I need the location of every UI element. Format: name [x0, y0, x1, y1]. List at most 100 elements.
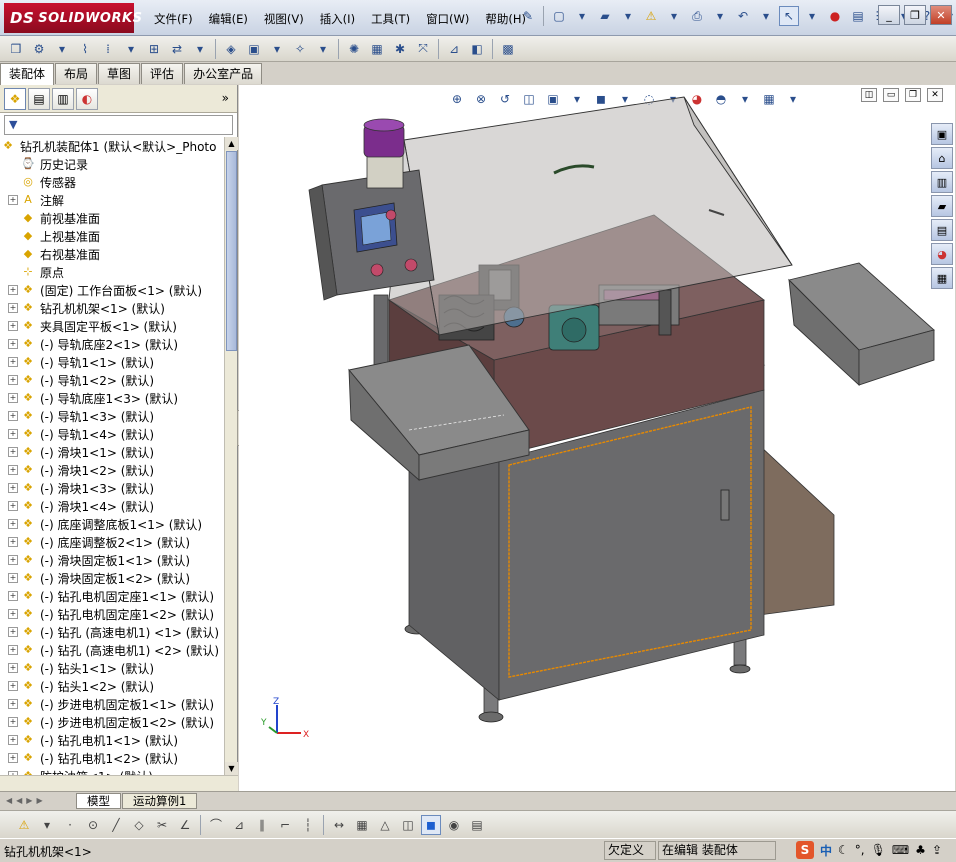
tree-item[interactable]: ⌚ 历史记录 — [0, 155, 224, 173]
voice-icon[interactable]: 🎙 — [871, 843, 886, 857]
triangle-icon[interactable]: △ — [375, 815, 395, 835]
scroll-up-icon[interactable]: ▲ — [225, 137, 238, 150]
tree-item[interactable]: + ❖ (-) 钻孔 (高速电机1) <2> (默认) — [0, 641, 224, 659]
construction-line-icon[interactable]: ┆ — [298, 815, 318, 835]
tree-item[interactable]: + ❖ 夹具固定平板<1> (默认) — [0, 317, 224, 335]
property-manager-tab-icon[interactable]: ▤ — [28, 87, 50, 110]
tree-item[interactable]: + ❖ (-) 导轨1<2> (默认) — [0, 371, 224, 389]
menu-view[interactable]: 视图(V) — [256, 9, 312, 29]
feature-manager-tab-icon[interactable]: ❖ — [4, 87, 26, 110]
tree-item[interactable]: + ❖ (-) 底座调整板2<1> (默认) — [0, 533, 224, 551]
menu-edit[interactable]: 编辑(E) — [201, 9, 256, 29]
dropdown-arrow-icon[interactable]: ▾ — [756, 6, 776, 26]
expand-toggle-icon[interactable]: + — [8, 303, 18, 313]
tree-item[interactable]: + ❖ (-) 滑块1<4> (默认) — [0, 497, 224, 515]
tab-scroll-arrows-icon[interactable]: ◀◀▶▶ — [0, 796, 76, 805]
table-icon[interactable]: ▤ — [467, 815, 487, 835]
tree-item[interactable]: + ❖ 钻孔机机架<1> (默认) — [0, 299, 224, 317]
file-explorer-icon[interactable]: ▰ — [931, 195, 953, 217]
large-assembly-mode-icon[interactable]: ▩ — [498, 39, 518, 59]
expand-toggle-icon[interactable]: + — [8, 645, 18, 655]
smart-fasteners-icon[interactable]: ⊞ — [144, 39, 164, 59]
tree-item[interactable]: + ❖ (-) 步进电机固定板1<2> (默认) — [0, 713, 224, 731]
interference-detection-icon[interactable]: ⊿ — [444, 39, 464, 59]
tree-item[interactable]: + ❖ (-) 钻孔电机固定座1<2> (默认) — [0, 605, 224, 623]
angle-icon[interactable]: ∠ — [175, 815, 195, 835]
dimension-icon[interactable]: ↔ — [329, 815, 349, 835]
tree-item[interactable]: ◆ 上视基准面 — [0, 227, 224, 245]
expand-toggle-icon[interactable]: + — [8, 627, 18, 637]
expand-toggle-icon[interactable]: + — [8, 357, 18, 367]
trim-icon[interactable]: ✂ — [152, 815, 172, 835]
tab-sketch[interactable]: 草图 — [98, 63, 141, 84]
tab-motion-study[interactable]: 运动算例1 — [122, 792, 198, 809]
configuration-manager-tab-icon[interactable]: ▥ — [52, 87, 74, 110]
graphics-viewport[interactable]: ⊕ ⊗ ↺ ◫ ▣ ▾ ◼ ▾ ◌ ▾ ◕ ◓ ▾ ▦ ▾ ◫ ▭ ❐ ✕ — [239, 85, 955, 791]
linear-pattern-icon[interactable]: ⁞ — [98, 39, 118, 59]
expand-toggle-icon[interactable]: + — [8, 609, 18, 619]
expand-toggle-icon[interactable]: + — [8, 681, 18, 691]
rebuild-warning-icon[interactable]: ⚠ — [641, 6, 661, 26]
3d-box-icon[interactable]: ◫ — [398, 815, 418, 835]
dropdown-arrow-icon[interactable]: ▾ — [664, 6, 684, 26]
traffic-light-icon[interactable]: ● — [825, 6, 845, 26]
custom-properties-icon[interactable]: ▦ — [931, 267, 953, 289]
tree-item[interactable]: + ❖ (-) 导轨1<1> (默认) — [0, 353, 224, 371]
expand-toggle-icon[interactable]: + — [8, 375, 18, 385]
dropdown-arrow-icon[interactable]: ▾ — [313, 39, 333, 59]
line-icon[interactable]: ╱ — [106, 815, 126, 835]
tree-horizontal-scrollbar[interactable] — [0, 775, 238, 791]
camera-icon[interactable]: ◉ — [444, 815, 464, 835]
expand-toggle-icon[interactable]: + — [8, 699, 18, 709]
expand-toggle-icon[interactable]: + — [8, 501, 18, 511]
parallel-icon[interactable]: ∥ — [252, 815, 272, 835]
tree-item[interactable]: + ❖ (-) 钻孔电机1<2> (默认) — [0, 749, 224, 767]
tree-item[interactable]: +❖防护油箱<1> (默认) — [0, 767, 224, 775]
tree-item[interactable]: + ❖ (-) 滑块固定板1<1> (默认) — [0, 551, 224, 569]
skin-icon[interactable]: ♣ — [915, 843, 926, 857]
menu-window[interactable]: 窗口(W) — [418, 9, 477, 29]
expand-toggle-icon[interactable]: + — [8, 591, 18, 601]
grid-icon[interactable]: ▦ — [352, 815, 372, 835]
punctuation-icon[interactable]: °, — [855, 843, 865, 857]
explode-line-sketch-icon[interactable]: ⤧ — [413, 39, 433, 59]
dropdown-arrow-icon[interactable]: ▾ — [572, 6, 592, 26]
expand-toggle-icon[interactable]: + — [8, 321, 18, 331]
restore-icon[interactable]: ❐ — [904, 5, 926, 25]
expand-toggle-icon[interactable]: + — [8, 195, 18, 205]
tree-item[interactable]: + ❖ (-) 钻孔电机1<1> (默认) — [0, 731, 224, 749]
pin-icon[interactable]: ✎ — [518, 6, 538, 26]
tree-item[interactable]: + ❖ (-) 导轨1<4> (默认) — [0, 425, 224, 443]
scroll-down-icon[interactable]: ▼ — [225, 762, 238, 775]
tree-item[interactable]: + ❖ (-) 钻头1<1> (默认) — [0, 659, 224, 677]
dropdown-arrow-icon[interactable]: ▾ — [190, 39, 210, 59]
expand-toggle-icon[interactable]: + — [8, 573, 18, 583]
door-handle[interactable] — [720, 489, 730, 521]
tree-item[interactable]: + A 注解 — [0, 191, 224, 209]
move-component-icon[interactable]: ⇄ — [167, 39, 187, 59]
dropdown-arrow-icon[interactable]: ▾ — [618, 6, 638, 26]
expand-toggle-icon[interactable]: + — [8, 537, 18, 547]
expand-panel-icon[interactable]: » — [222, 91, 229, 105]
tree-item[interactable]: + ❖ (-) 钻头1<2> (默认) — [0, 677, 224, 695]
tree-filter[interactable]: ▼ — [4, 115, 233, 135]
file-properties-icon[interactable]: ▤ — [848, 6, 868, 26]
design-library-icon[interactable]: ▥ — [931, 171, 953, 193]
ime-toolbar[interactable]: S 中 ☾ °, 🎙 ⌨ ♣ ⇪ — [796, 841, 942, 859]
keyboard-icon[interactable]: ⌨ — [892, 843, 909, 857]
tree-item[interactable]: + ❖ (-) 导轨底座1<3> (默认) — [0, 389, 224, 407]
dropdown-arrow-icon[interactable]: ▾ — [802, 6, 822, 26]
mate-icon[interactable]: ⚙ — [29, 39, 49, 59]
sogou-ime-icon[interactable]: S — [796, 841, 814, 859]
dropdown-arrow-icon[interactable]: ▾ — [37, 815, 57, 835]
bill-of-materials-icon[interactable]: ▦ — [367, 39, 387, 59]
reference-geometry-icon[interactable]: ✧ — [290, 39, 310, 59]
dropdown-arrow-icon[interactable]: ▾ — [710, 6, 730, 26]
tree-item[interactable]: + ❖ (-) 钻孔 (高速电机1) <1> (默认) — [0, 623, 224, 641]
instant3d-icon[interactable]: ◧ — [467, 39, 487, 59]
expand-toggle-icon[interactable]: + — [8, 483, 18, 493]
expand-toggle-icon[interactable]: + — [8, 465, 18, 475]
tree-item[interactable]: ◆ 前视基准面 — [0, 209, 224, 227]
expand-toggle-icon[interactable]: + — [8, 735, 18, 745]
circle-icon[interactable]: ⊙ — [83, 815, 103, 835]
